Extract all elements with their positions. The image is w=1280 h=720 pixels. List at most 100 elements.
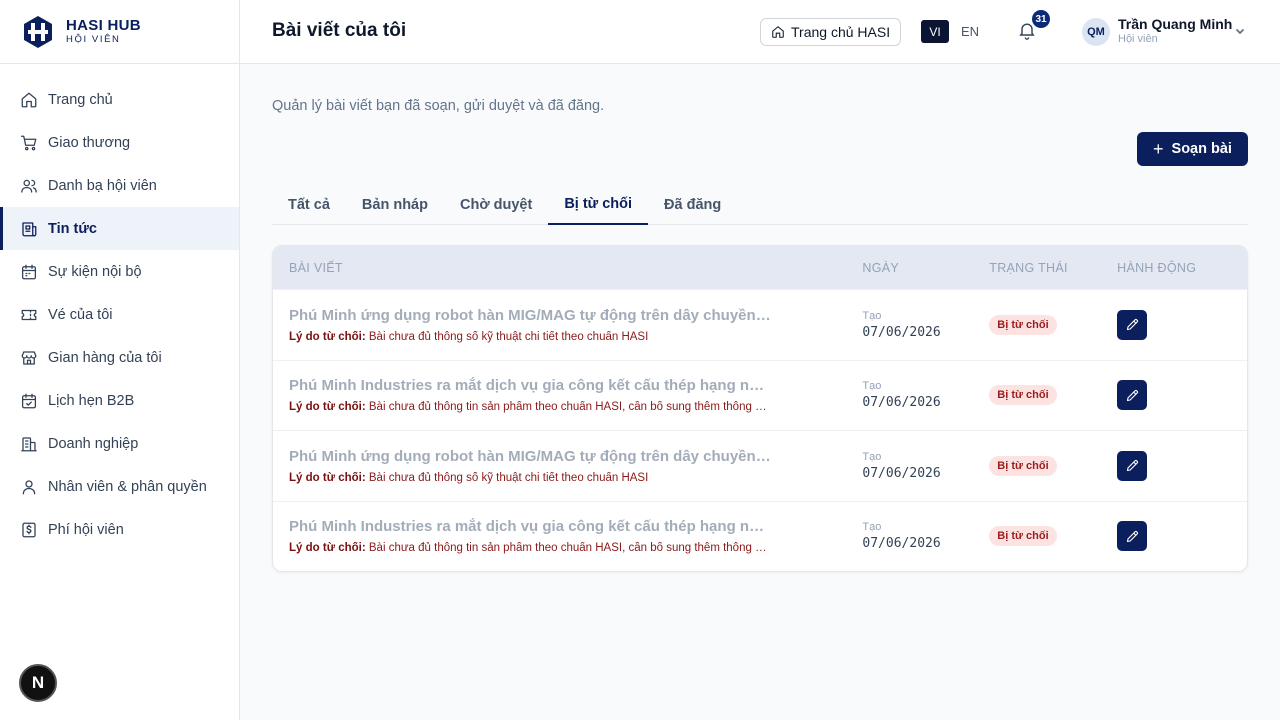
- calendar-check-icon: [20, 392, 38, 410]
- reject-reason-label: Lý do từ chối:: [289, 330, 366, 343]
- column-header-action: HÀNH ĐỘNG: [1117, 260, 1197, 275]
- store-icon: [20, 349, 38, 367]
- sidebar-item-su-kien[interactable]: Sự kiện nội bộ: [0, 250, 239, 293]
- sidebar-item-trang-chu[interactable]: Trang chủ: [0, 78, 239, 121]
- column-header-post: BÀI VIẾT: [289, 260, 343, 275]
- plus-icon: +: [1153, 139, 1164, 159]
- post-title[interactable]: Phú Minh Industries ra mắt dịch vụ gia c…: [289, 518, 771, 535]
- sidebar-item-label: Tin tức: [48, 220, 97, 237]
- pencil-icon: [1126, 319, 1138, 331]
- sidebar-item-label: Gian hàng của tôi: [48, 349, 162, 366]
- date-value: 07/06/2026: [862, 536, 941, 552]
- sidebar-item-nhan-vien[interactable]: Nhân viên & phân quyền: [0, 465, 239, 508]
- status-badge: Bị từ chối: [989, 455, 1057, 476]
- building-icon: [20, 435, 38, 453]
- sidebar-item-gian-hang[interactable]: Gian hàng của tôi: [0, 336, 239, 379]
- lang-en-button[interactable]: EN: [961, 24, 979, 39]
- posts-table: BÀI VIẾT NGÀY TRẠNG THÁI HÀNH ĐỘNG Phú M…: [272, 245, 1248, 572]
- tab-all[interactable]: Tất cả: [272, 185, 346, 225]
- table-row: Phú Minh ứng dụng robot hàn MIG/MAG tự đ…: [273, 430, 1247, 501]
- avatar[interactable]: QM: [1082, 18, 1110, 46]
- sidebar-item-doanh-nghiep[interactable]: Doanh nghiệp: [0, 422, 239, 465]
- calendar-icon: [20, 263, 38, 281]
- language-switcher: VI EN: [921, 20, 979, 43]
- reject-reason: Lý do từ chối: Bài chưa đủ thông số kỹ t…: [289, 472, 771, 484]
- home-icon: [772, 26, 784, 38]
- sidebar-item-ve[interactable]: Vé của tôi: [0, 293, 239, 336]
- reject-reason-label: Lý do từ chối:: [289, 542, 366, 555]
- post-title[interactable]: Phú Minh ứng dụng robot hàn MIG/MAG tự đ…: [289, 307, 771, 324]
- reject-reason-text: Bài chưa đủ thông tin sản phẩm theo chuẩ…: [368, 542, 771, 555]
- sidebar-item-danh-ba[interactable]: Danh bạ hội viên: [0, 164, 239, 207]
- reject-reason-text: Bài chưa đủ thông tin sản phẩm theo chuẩ…: [368, 401, 771, 414]
- reject-reason-text: Bài chưa đủ thông số kỹ thuật chi tiết t…: [368, 330, 649, 343]
- date-label: Tạo: [862, 521, 882, 534]
- tab-published[interactable]: Đã đăng: [648, 185, 737, 225]
- pencil-icon: [1126, 389, 1138, 401]
- date-value: 07/06/2026: [862, 395, 941, 411]
- notification-count-badge: 31: [1032, 10, 1050, 28]
- tab-drafts[interactable]: Bản nháp: [346, 185, 444, 225]
- sidebar-item-label: Trang chủ: [48, 91, 113, 108]
- newspaper-icon: [20, 220, 38, 238]
- lang-vi-button[interactable]: VI: [921, 20, 949, 43]
- receipt-icon: [20, 521, 38, 539]
- reject-reason-text: Bài chưa đủ thông số kỹ thuật chi tiết t…: [368, 471, 649, 484]
- compose-button[interactable]: + Soạn bài: [1137, 132, 1248, 166]
- brand-name: HASI HUB: [66, 17, 141, 34]
- date-label: Tạo: [862, 380, 882, 393]
- top-header: Bài viết của tôi Trang chủ HASI VI EN 31…: [240, 0, 1280, 64]
- sidebar-item-lich-hen[interactable]: Lịch hẹn B2B: [0, 379, 239, 422]
- sidebar-item-label: Nhân viên & phân quyền: [48, 478, 207, 495]
- sidebar-item-phi-hoi-vien[interactable]: Phí hội viên: [0, 508, 239, 551]
- edit-button[interactable]: [1117, 380, 1148, 411]
- table-row: Phú Minh Industries ra mắt dịch vụ gia c…: [273, 359, 1247, 431]
- edit-button[interactable]: [1117, 450, 1148, 481]
- status-tabs: Tất cả Bản nháp Chờ duyệt Bị từ chối Đã …: [272, 185, 1248, 225]
- dev-tools-badge[interactable]: N: [19, 664, 57, 702]
- status-badge: Bị từ chối: [989, 314, 1057, 335]
- table-row: Phú Minh ứng dụng robot hàn MIG/MAG tự đ…: [273, 289, 1247, 360]
- status-badge: Bị từ chối: [989, 526, 1057, 547]
- status-badge: Bị từ chối: [989, 385, 1057, 406]
- hasi-home-button[interactable]: Trang chủ HASI: [760, 18, 902, 46]
- post-title[interactable]: Phú Minh ứng dụng robot hàn MIG/MAG tự đ…: [289, 448, 771, 465]
- post-title[interactable]: Phú Minh Industries ra mắt dịch vụ gia c…: [289, 377, 771, 394]
- sidebar-item-tin-tuc[interactable]: Tin tức: [0, 207, 239, 250]
- sidebar: HASI HUB HỘI VIÊN Trang chủ Giao thương …: [0, 0, 240, 720]
- ticket-icon: [20, 306, 38, 324]
- edit-button[interactable]: [1117, 521, 1148, 552]
- sidebar-item-label: Danh bạ hội viên: [48, 177, 157, 194]
- edit-button[interactable]: [1117, 309, 1148, 340]
- table-header: BÀI VIẾT NGÀY TRẠNG THÁI HÀNH ĐỘNG: [273, 246, 1247, 289]
- date-label: Tạo: [862, 309, 882, 322]
- reject-reason: Lý do từ chối: Bài chưa đủ thông số kỹ t…: [289, 331, 771, 343]
- hasi-home-label: Trang chủ HASI: [791, 24, 891, 40]
- sidebar-item-label: Doanh nghiệp: [48, 435, 139, 452]
- column-header-date: NGÀY: [862, 260, 900, 275]
- reject-reason-label: Lý do từ chối:: [289, 471, 366, 484]
- compose-label: Soạn bài: [1171, 141, 1232, 157]
- sidebar-item-label: Giao thương: [48, 134, 131, 151]
- reject-reason: Lý do từ chối: Bài chưa đủ thông tin sản…: [289, 542, 771, 554]
- table-row: Phú Minh Industries ra mắt dịch vụ gia c…: [273, 500, 1247, 572]
- user-name[interactable]: Trần Quang Minh: [1118, 16, 1232, 32]
- sidebar-item-label: Vé của tôi: [48, 306, 113, 323]
- pencil-icon: [1126, 530, 1138, 542]
- date-value: 07/06/2026: [862, 324, 941, 340]
- user-role: Hội viên: [1118, 33, 1158, 45]
- column-header-status: TRẠNG THÁI: [989, 260, 1068, 275]
- tab-rejected[interactable]: Bị từ chối: [548, 185, 649, 225]
- reject-reason-label: Lý do từ chối:: [289, 401, 366, 414]
- reject-reason: Lý do từ chối: Bài chưa đủ thông tin sản…: [289, 401, 771, 413]
- chevron-down-icon[interactable]: [1234, 24, 1246, 36]
- brand[interactable]: HASI HUB HỘI VIÊN: [0, 0, 239, 64]
- sidebar-nav: Trang chủ Giao thương Danh bạ hội viên T…: [0, 64, 239, 551]
- sidebar-item-giao-thuong[interactable]: Giao thương: [0, 121, 239, 164]
- sidebar-item-label: Phí hội viên: [48, 521, 124, 538]
- date-label: Tạo: [862, 450, 882, 463]
- pencil-icon: [1126, 460, 1138, 472]
- cart-icon: [20, 134, 38, 152]
- page-title: Bài viết của tôi: [272, 20, 407, 41]
- tab-pending[interactable]: Chờ duyệt: [444, 185, 548, 225]
